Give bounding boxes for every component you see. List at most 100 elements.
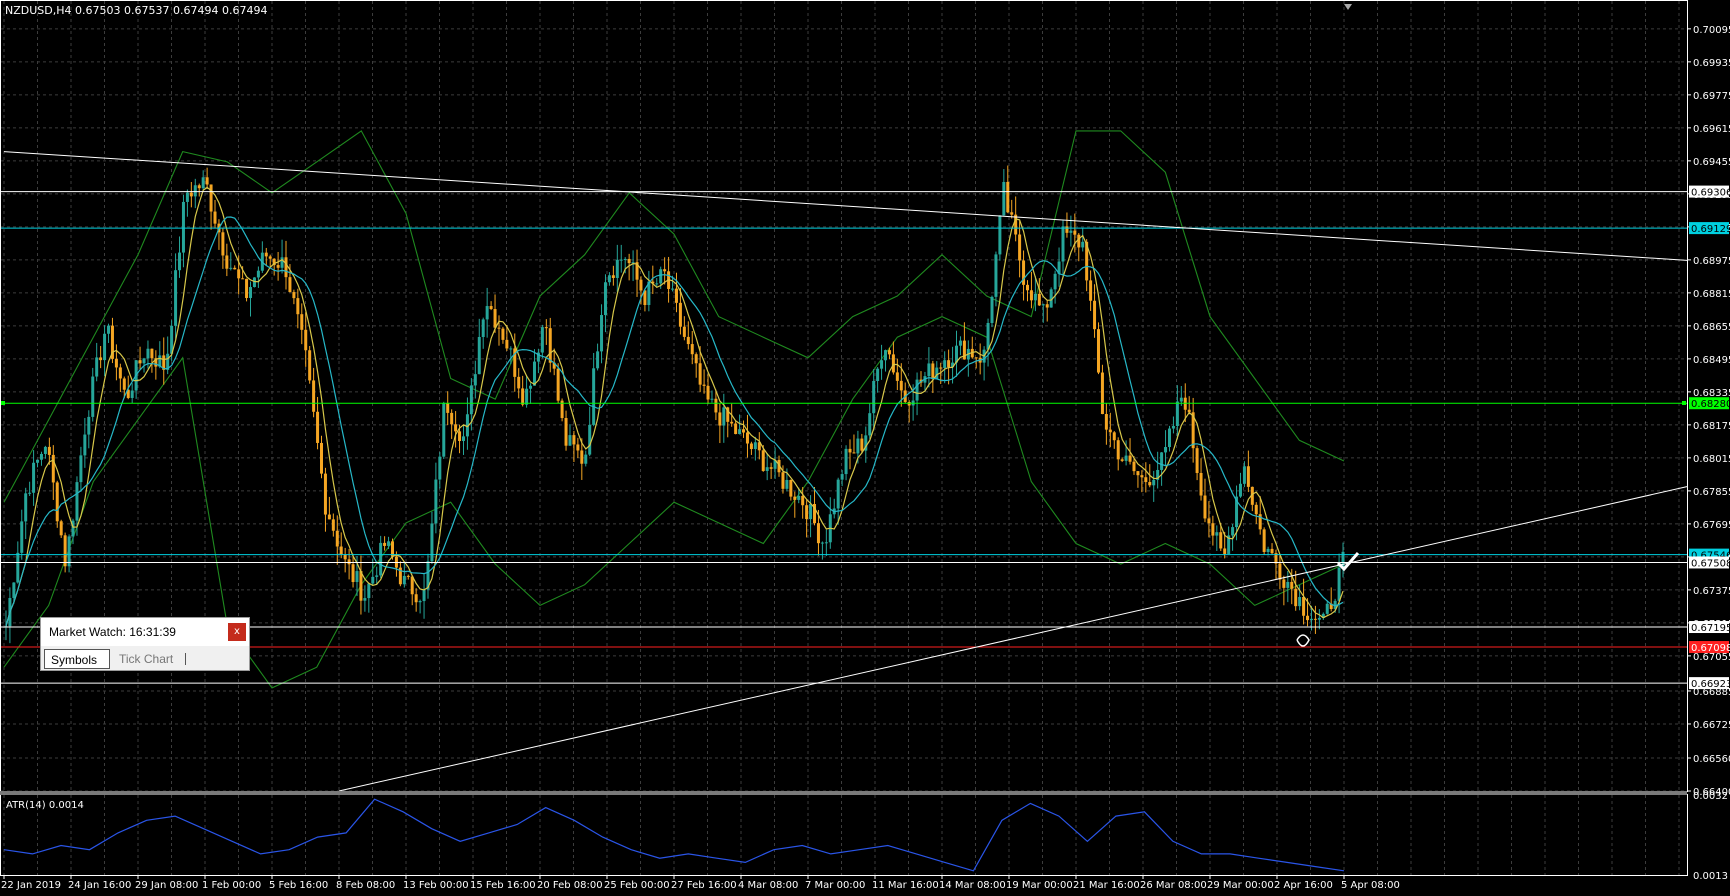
price-chart[interactable]: 0.700950.699350.697750.696150.694550.692… <box>0 0 1730 896</box>
candle-body <box>241 278 245 280</box>
candle-body <box>1215 532 1219 536</box>
tab-separator <box>185 653 186 665</box>
candle-body <box>1309 618 1313 621</box>
candle-body <box>509 348 513 350</box>
candle-body <box>1317 617 1321 620</box>
candle-body <box>986 322 990 350</box>
x-tick-label: 14 Mar 08:00 <box>939 880 1006 891</box>
market-watch-tabs: Symbols Tick Chart <box>41 648 249 670</box>
candle-body <box>797 495 801 500</box>
candle-body <box>256 270 260 278</box>
candle-body <box>694 354 698 364</box>
candle-body <box>493 309 497 328</box>
candle-body <box>801 495 805 506</box>
checkmark-icon <box>1336 552 1360 572</box>
candle-body <box>1073 230 1077 235</box>
candle-body <box>730 421 734 424</box>
candle-body <box>1124 455 1128 461</box>
candle-body <box>371 576 375 584</box>
candle-body <box>584 454 588 464</box>
level-marker-right <box>1682 401 1686 405</box>
candle-body <box>1266 548 1270 552</box>
candle-body <box>1033 293 1037 301</box>
market-watch-window[interactable]: Market Watch: 16:31:39 x Symbols Tick Ch… <box>40 617 250 671</box>
candle-body <box>698 363 702 385</box>
candle-body <box>1325 603 1329 614</box>
candle-body <box>32 462 36 493</box>
candle-body <box>1128 455 1132 462</box>
candle-body <box>915 379 919 401</box>
x-tick-label: 4 Mar 08:00 <box>738 880 798 891</box>
x-tick-label: 1 Feb 00:00 <box>202 880 261 891</box>
candle-body <box>1290 581 1294 589</box>
candle-body <box>59 521 63 536</box>
tab-symbols[interactable]: Symbols <box>44 649 110 669</box>
x-tick-label: 26 Mar 08:00 <box>1140 880 1207 891</box>
candle-body <box>1164 447 1168 453</box>
candle-body <box>1175 401 1179 427</box>
horizontal-levels[interactable] <box>1 191 1687 684</box>
y-tick-label: 0.68655 <box>1693 322 1730 333</box>
candle-body <box>1195 448 1199 473</box>
candle-body <box>316 411 320 443</box>
candle-body <box>1045 304 1049 308</box>
candle-body <box>1018 234 1022 261</box>
candle-body <box>434 479 438 524</box>
level-price-label: 0.68280 <box>1691 399 1730 410</box>
candle-body <box>1132 461 1136 472</box>
candle-body <box>848 448 852 453</box>
candle-body <box>1120 459 1124 461</box>
candle-body <box>150 348 154 359</box>
candle-body <box>339 546 343 555</box>
candle-body <box>138 360 142 364</box>
candle-body <box>734 423 738 435</box>
candle-body <box>1029 290 1033 301</box>
candle-body <box>655 283 659 285</box>
candle-body <box>765 467 769 471</box>
candle-body <box>1022 260 1026 285</box>
y-tick-label: 0.68015 <box>1693 454 1730 465</box>
x-tick-label: 11 Mar 16:00 <box>872 880 939 891</box>
candle-body <box>592 368 596 425</box>
candle-body <box>564 418 568 446</box>
candle-body <box>753 442 757 450</box>
candle-body <box>221 232 225 256</box>
candle-body <box>280 257 284 268</box>
atr-tick-label: 0.0032 <box>1693 791 1728 802</box>
candle-body <box>572 435 576 445</box>
candle-body <box>1108 429 1112 433</box>
candle-body <box>856 438 860 454</box>
candle-body <box>749 443 753 450</box>
candle-body <box>312 380 316 412</box>
x-tick-label: 7 Mar 00:00 <box>805 880 865 891</box>
candle-body <box>742 429 746 433</box>
candle-body <box>836 479 840 509</box>
candle-body <box>714 398 718 413</box>
candle-body <box>935 367 939 380</box>
y-tick-label: 0.66560 <box>1693 754 1730 765</box>
market-watch-title[interactable]: Market Watch: 16:31:39 <box>41 618 249 646</box>
y-tick-label: 0.67695 <box>1693 520 1730 531</box>
candle-body <box>91 376 95 417</box>
y-tick-label: 0.66725 <box>1693 720 1730 731</box>
candle-body <box>580 450 584 464</box>
close-icon[interactable]: x <box>228 623 246 641</box>
y-tick-label: 0.68495 <box>1693 355 1730 366</box>
candle-body <box>876 368 880 382</box>
candle-body <box>359 571 363 601</box>
candle-body <box>446 403 450 413</box>
candle-body <box>197 185 201 189</box>
x-tick-label: 25 Feb 00:00 <box>604 880 670 891</box>
candle-body <box>99 357 103 361</box>
candle-body <box>517 376 521 389</box>
candle-body <box>174 270 178 326</box>
y-tick-label: 0.69615 <box>1693 124 1730 135</box>
candle-body <box>387 541 391 546</box>
candle-body <box>1089 280 1093 301</box>
candle-body <box>331 519 335 531</box>
candle-body <box>193 185 197 197</box>
candle-body <box>596 351 600 369</box>
candle-body <box>505 339 509 349</box>
tab-tick-chart[interactable]: Tick Chart <box>113 649 193 669</box>
candle-body <box>142 358 146 364</box>
